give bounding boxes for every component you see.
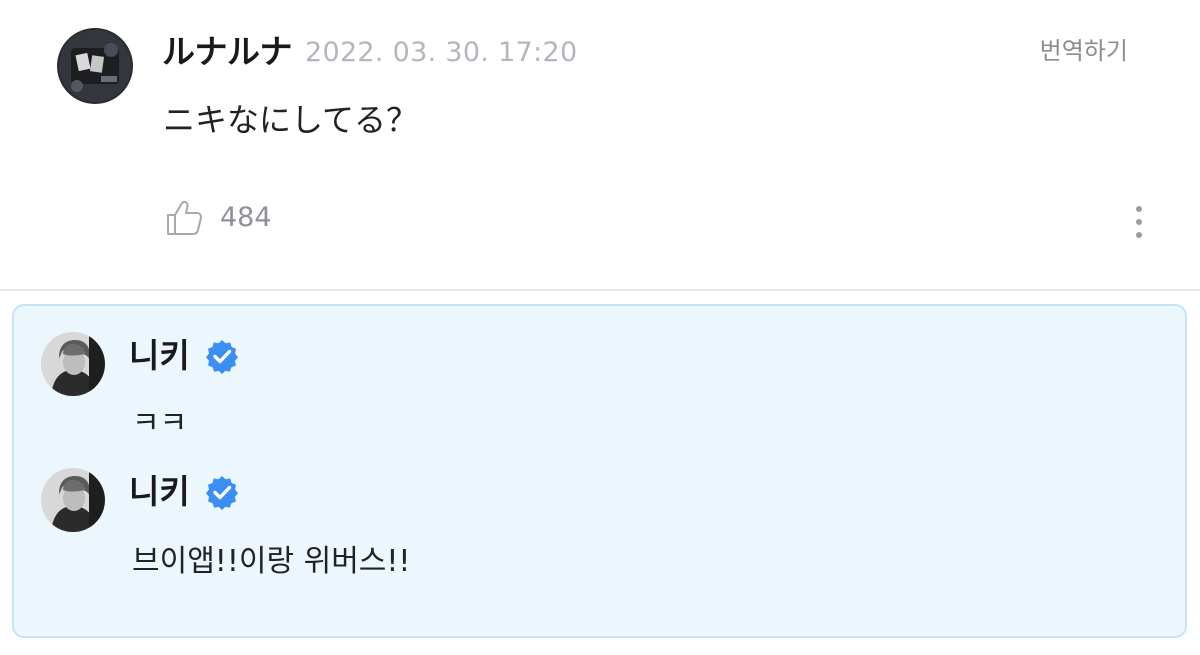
reply-text: ㅋㅋ	[132, 406, 188, 441]
more-vertical-icon	[1136, 206, 1142, 238]
reply-author-name[interactable]: 니키	[129, 472, 240, 512]
reply-author-label: 니키	[129, 336, 190, 375]
reply-author-name[interactable]: 니키	[129, 336, 240, 376]
post-author-name[interactable]: ルナルナ	[162, 31, 293, 73]
reply-author-label: 니키	[129, 472, 190, 511]
avatar-image	[57, 28, 133, 104]
reply-author-avatar[interactable]	[41, 332, 105, 396]
verified-badge-icon	[205, 476, 238, 510]
more-options-button[interactable]	[1126, 203, 1152, 243]
verified-badge-icon	[205, 340, 238, 374]
post-timestamp: 2022. 03. 30. 17:20	[305, 37, 578, 68]
post-author-avatar[interactable]	[57, 28, 133, 104]
avatar-image	[41, 468, 105, 532]
section-divider	[0, 289, 1200, 291]
fan-post: ルナルナ 2022. 03. 30. 17:20 번역하기 ニキなにしてる？ 4…	[0, 0, 1200, 289]
post-body-text: ニキなにしてる？	[163, 101, 419, 139]
like-button[interactable]: 484	[165, 200, 272, 236]
avatar-image	[41, 332, 105, 396]
like-count: 484	[220, 202, 272, 233]
translate-button[interactable]: 번역하기	[1040, 36, 1128, 66]
artist-reply-box: 니키 ㅋㅋ 니키 브이앱!!이랑 위버스!!	[12, 304, 1187, 638]
reply-text: 브이앱!!이랑 위버스!!	[132, 544, 411, 579]
reply-author-avatar[interactable]	[41, 468, 105, 532]
thumbs-up-icon	[167, 201, 202, 235]
